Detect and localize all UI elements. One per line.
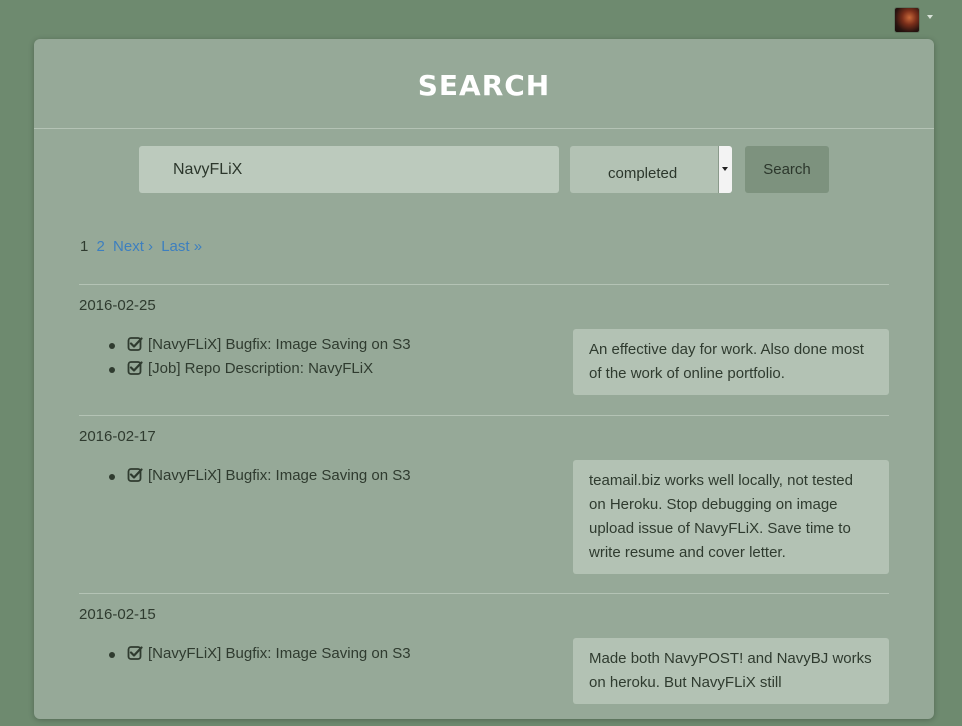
day-note: Made both NavyPOST! and NavyBJ works on … — [573, 638, 889, 704]
day-note: teamail.biz works well locally, not test… — [573, 460, 889, 574]
status-select-value: completed — [608, 165, 678, 182]
entry-date: 2016-02-15 — [79, 606, 156, 623]
task-label: [NavyFLiX] Bugfix: Image Saving on S3 — [148, 467, 411, 484]
pagination-last[interactable]: Last » — [161, 238, 202, 255]
entry-divider — [79, 415, 889, 416]
task-label: [NavyFLiX] Bugfix: Image Saving on S3 — [148, 336, 411, 353]
task-item: [NavyFLiX] Bugfix: Image Saving on S3 — [109, 464, 411, 488]
check-square-icon — [127, 360, 143, 375]
day-entry: 2016-02-15 [NavyFLiX] Bugfix: Image Savi… — [79, 606, 889, 726]
task-list: [NavyFLiX] Bugfix: Image Saving on S3 — [109, 642, 411, 666]
check-square-icon — [127, 467, 143, 482]
search-button[interactable]: Search — [745, 146, 829, 193]
page-title: SEARCH — [417, 69, 551, 102]
day-entry: 2016-02-25 [NavyFLiX] Bugfix: Image Savi… — [79, 297, 889, 397]
check-square-icon — [127, 336, 143, 351]
search-input[interactable] — [139, 146, 559, 193]
entry-divider — [79, 284, 889, 285]
bullet — [109, 652, 115, 658]
bullet — [109, 474, 115, 480]
task-list: [NavyFLiX] Bugfix: Image Saving on S3 [J… — [109, 333, 411, 381]
entry-divider — [79, 593, 889, 594]
pagination-page-2[interactable]: 2 — [97, 238, 105, 255]
task-label: [Job] Repo Description: NavyFLiX — [148, 360, 374, 377]
entry-date: 2016-02-25 — [79, 297, 156, 314]
task-list: [NavyFLiX] Bugfix: Image Saving on S3 — [109, 464, 411, 488]
day-entry: 2016-02-17 [NavyFLiX] Bugfix: Image Savi… — [79, 428, 889, 578]
entry-date: 2016-02-17 — [79, 428, 156, 445]
top-bar — [0, 0, 962, 38]
select-arrow-button[interactable] — [718, 146, 732, 193]
bullet — [109, 343, 115, 349]
pagination-current-page: 1 — [80, 238, 89, 255]
task-label: [NavyFLiX] Bugfix: Image Saving on S3 — [148, 645, 411, 662]
pagination: 1 2 Next › Last » — [80, 238, 202, 255]
title-divider — [34, 128, 934, 129]
search-card: SEARCH completed Search 1 2 Next › Last … — [34, 39, 934, 719]
pagination-next[interactable]: Next › — [113, 238, 153, 255]
task-item: [NavyFLiX] Bugfix: Image Saving on S3 — [109, 642, 411, 666]
status-select[interactable]: completed — [570, 146, 732, 193]
user-avatar[interactable] — [895, 8, 919, 32]
bullet — [109, 367, 115, 373]
caret-down-icon[interactable] — [927, 15, 933, 19]
chevron-down-icon — [722, 167, 728, 171]
day-note: An effective day for work. Also done mos… — [573, 329, 889, 395]
task-item: [NavyFLiX] Bugfix: Image Saving on S3 — [109, 333, 411, 357]
task-item: [Job] Repo Description: NavyFLiX — [109, 357, 411, 381]
check-square-icon — [127, 645, 143, 660]
